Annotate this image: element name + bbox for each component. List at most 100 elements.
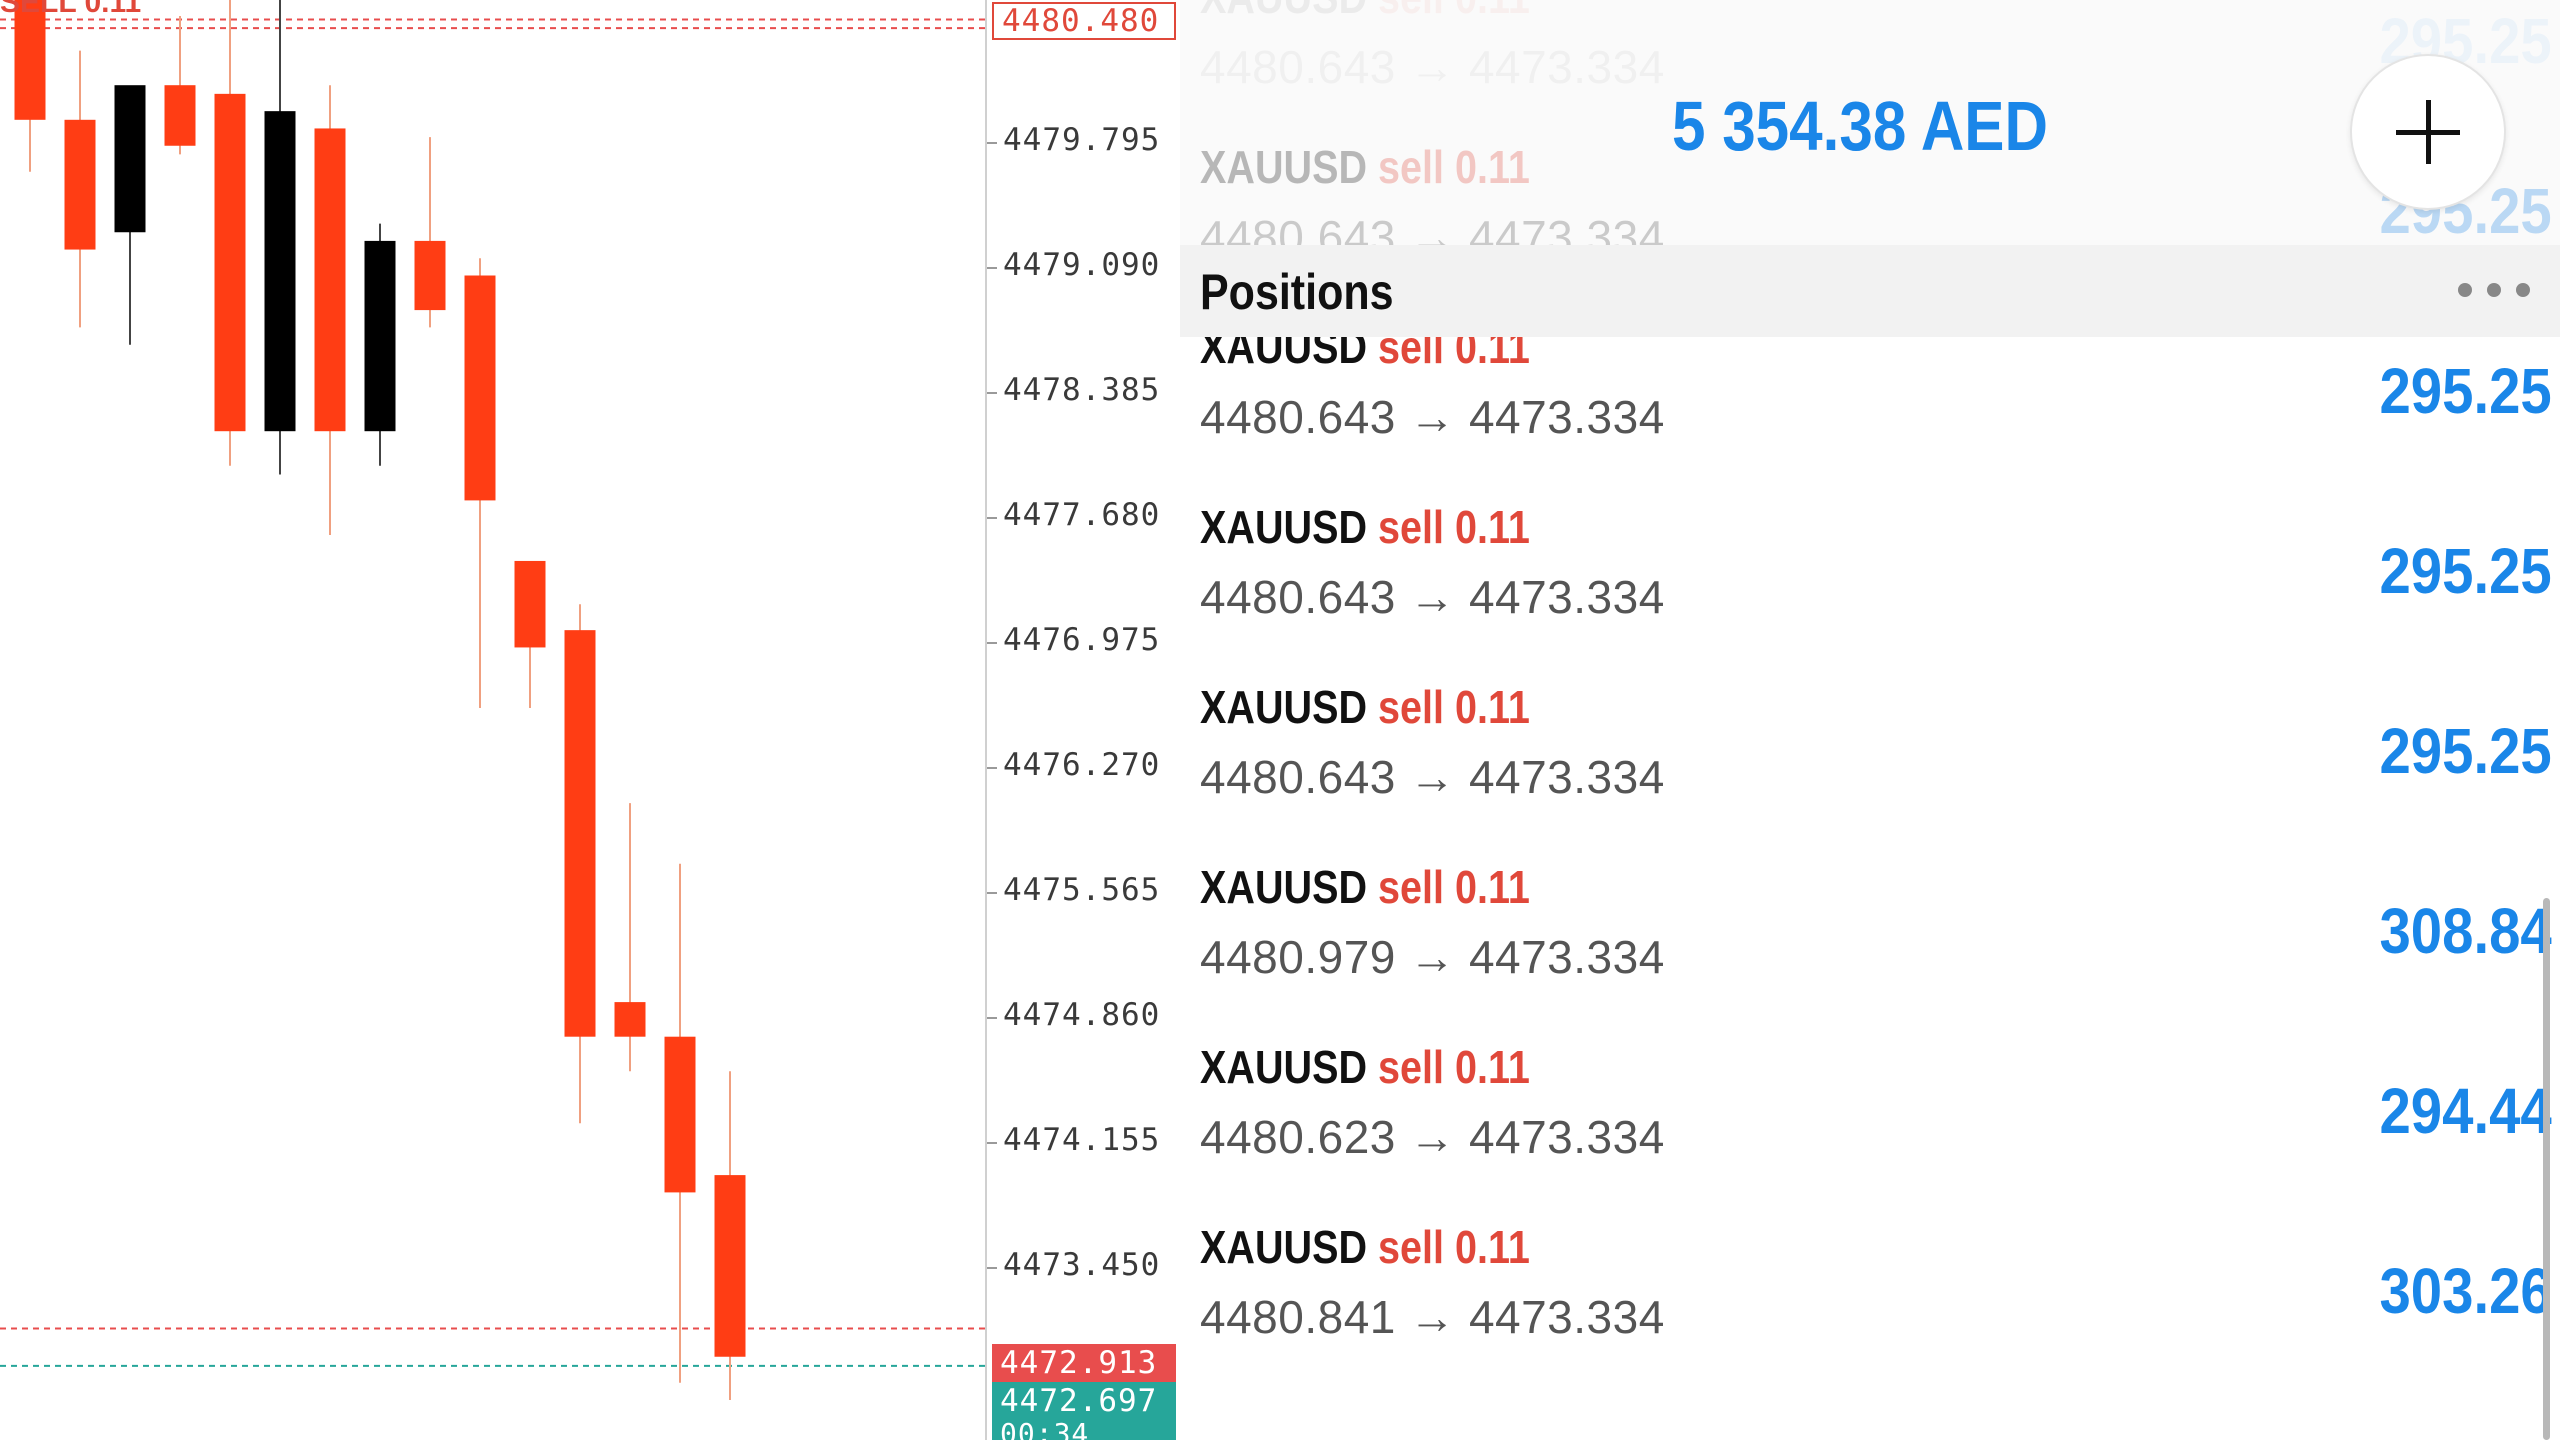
candle-body	[614, 1002, 646, 1037]
candle	[614, 803, 646, 1072]
arrow-right-icon: →	[1409, 391, 1456, 443]
position-row[interactable]: XAUUSD sell 0.11 4480.643 → 4473.334 295.2…	[1180, 490, 2560, 670]
arrow-right-icon: →	[1409, 571, 1456, 623]
candle-timer-tag: 00:34	[992, 1420, 1176, 1440]
price-tick-mark	[987, 892, 997, 894]
arrow-right-icon: →	[1409, 1111, 1456, 1163]
candlestick-chart[interactable]	[0, 0, 985, 1440]
candle	[714, 1071, 746, 1400]
position-side: sell 0.11	[1378, 681, 1530, 733]
candle-body	[564, 630, 596, 1037]
position-prices: 4480.643 → 4473.334	[1200, 390, 1665, 444]
more-horizontal-icon[interactable]	[2458, 283, 2530, 299]
symbol-name: XAUUSD	[1200, 1041, 1368, 1093]
price-tick-mark	[987, 1267, 997, 1269]
arrow-right-icon: →	[1409, 1291, 1456, 1343]
open-price: 4480.643	[1200, 751, 1396, 803]
price-tick-label: 4479.795	[1003, 122, 1161, 158]
order-line-label[interactable]: SELL 0.11	[0, 0, 141, 20]
position-symbol: XAUUSD sell 0.11	[1200, 1220, 1530, 1274]
add-position-button[interactable]	[2350, 54, 2506, 210]
candle-body	[264, 111, 296, 432]
position-symbol: XAUUSD sell 0.11	[1200, 500, 1530, 554]
candle-body	[464, 275, 496, 501]
price-tick-label: 4474.155	[1003, 1122, 1161, 1158]
position-side: sell 0.11	[1378, 1041, 1530, 1093]
candle-body	[714, 1175, 746, 1357]
position-prices: 4480.979 → 4473.334	[1200, 930, 1665, 984]
account-balance: 5 354.38 AED	[1672, 87, 2048, 165]
arrow-right-icon: →	[1409, 931, 1456, 983]
candle-body	[364, 240, 396, 432]
price-tick-label: 4479.090	[1003, 247, 1161, 283]
position-profit: 295.25	[2379, 715, 2552, 787]
candle	[364, 223, 396, 466]
current-price: 4473.334	[1468, 931, 1665, 983]
candle	[214, 0, 246, 466]
position-row[interactable]: XAUUSD sell 0.11 4480.841 → 4473.334 303.2…	[1180, 1210, 2560, 1390]
price-tick-label: 4476.975	[1003, 622, 1161, 658]
position-row[interactable]: XAUUSD sell 0.11 4480.623 → 4473.334 294.4…	[1180, 1030, 2560, 1210]
entry-price-tag: 4480.480	[992, 2, 1176, 40]
price-tick-label: 4475.565	[1003, 872, 1161, 908]
open-price: 4480.841	[1200, 1291, 1396, 1343]
positions-section-header: Positions	[1180, 245, 2560, 337]
position-profit: 295.25	[2379, 535, 2552, 607]
symbol-name: XAUUSD	[1200, 861, 1368, 913]
price-axis[interactable]: 4479.795 4479.090 4478.385 4477.680 4476.975…	[985, 0, 1182, 1440]
position-side: sell 0.11	[1378, 501, 1530, 553]
price-tick-label: 4474.860	[1003, 997, 1161, 1033]
price-tick-label: 4477.680	[1003, 497, 1161, 533]
candle-body	[114, 85, 146, 233]
candle	[514, 560, 546, 708]
candle-body	[664, 1036, 696, 1193]
candle	[14, 0, 46, 172]
price-tick-label: 4476.270	[1003, 747, 1161, 783]
candle	[264, 0, 296, 475]
price-tick-label: 4478.385	[1003, 372, 1161, 408]
price-tick-mark	[987, 1017, 997, 1019]
candle	[314, 85, 346, 535]
candle-body	[64, 119, 96, 250]
open-price: 4480.623	[1200, 1111, 1396, 1163]
position-row[interactable]: XAUUSD sell 0.114480.643 → 4473.334295.2…	[1180, 310, 2560, 490]
current-price: 4473.334	[1468, 1111, 1665, 1163]
ask-price-tag: 4472.697	[992, 1382, 1176, 1420]
candle-body	[164, 85, 196, 146]
price-tick-mark	[987, 517, 997, 519]
symbol-name: XAUUSD	[1200, 501, 1368, 553]
price-tick-mark	[987, 392, 997, 394]
price-chart[interactable]: SELL 0.11	[0, 0, 985, 1440]
candle	[664, 863, 696, 1383]
price-tick-mark	[987, 1142, 997, 1144]
candle-body	[314, 128, 346, 432]
candle	[114, 85, 146, 345]
price-tick-label: 4473.450	[1003, 1247, 1161, 1283]
price-tick-mark	[987, 267, 997, 269]
price-tick-mark	[987, 642, 997, 644]
bid-price-tag: 4472.913	[992, 1344, 1176, 1382]
position-profit: 303.26	[2379, 1255, 2552, 1327]
open-price: 4480.643	[1200, 391, 1396, 443]
open-price: 4480.979	[1200, 931, 1396, 983]
current-price: 4473.334	[1468, 751, 1665, 803]
position-row[interactable]: XAUUSD sell 0.11 4480.979 → 4473.334 308.8…	[1180, 850, 2560, 1030]
candle	[64, 50, 96, 328]
candle	[564, 604, 596, 1124]
position-symbol: XAUUSD sell 0.11	[1200, 680, 1530, 734]
current-price: 4473.334	[1468, 391, 1665, 443]
open-price: 4480.643	[1200, 571, 1396, 623]
price-tick-mark	[987, 142, 997, 144]
position-prices: 4480.841 → 4473.334	[1200, 1290, 1665, 1344]
candle-body	[214, 93, 246, 432]
position-row[interactable]: XAUUSD sell 0.11 4480.643 → 4473.334 295.2…	[1180, 670, 2560, 850]
candle	[414, 137, 446, 328]
current-price: 4473.334	[1468, 571, 1665, 623]
section-title: Positions	[1200, 264, 1394, 320]
symbol-name: XAUUSD	[1200, 1221, 1368, 1273]
position-side: sell 0.11	[1378, 861, 1530, 913]
candle-body	[514, 560, 546, 648]
scrollbar-thumb[interactable]	[2543, 898, 2550, 1440]
candle	[464, 258, 496, 708]
arrow-right-icon: →	[1409, 751, 1456, 803]
